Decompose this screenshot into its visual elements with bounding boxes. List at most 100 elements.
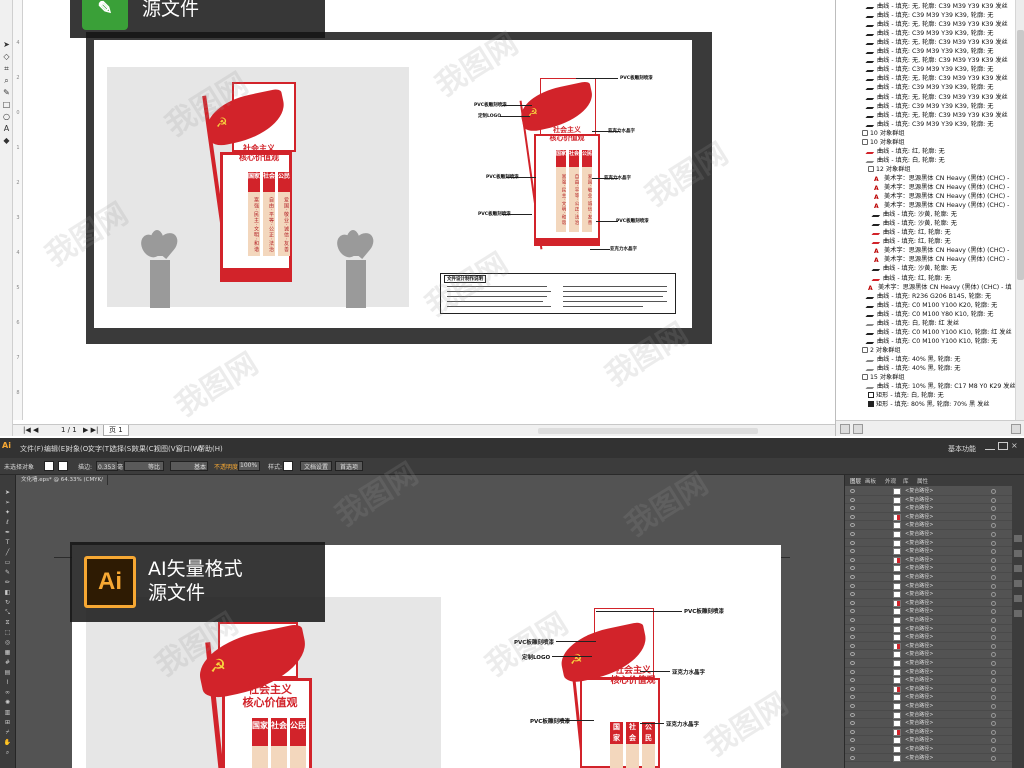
target-icon[interactable] bbox=[991, 514, 996, 520]
visibility-eye-icon[interactable] bbox=[850, 557, 855, 562]
preferences-button[interactable]: 首选项 bbox=[340, 462, 358, 471]
layer-row[interactable]: <复合路径> bbox=[845, 702, 1013, 711]
visibility-eye-icon[interactable] bbox=[850, 721, 855, 726]
text-tool-icon[interactable]: A bbox=[2, 124, 11, 133]
target-icon[interactable] bbox=[991, 678, 996, 684]
object-tree-row[interactable]: 曲线 - 填充: C0 M100 Y80 K10, 轮廓: 无 bbox=[865, 310, 993, 319]
target-icon[interactable] bbox=[991, 669, 996, 675]
visibility-eye-icon[interactable] bbox=[850, 686, 855, 691]
layer-row[interactable]: <复合路径> bbox=[845, 711, 1013, 720]
object-tree-row[interactable]: 曲线 - 填充: 无, 轮廓: C39 M39 Y39 K39 发丝 bbox=[865, 2, 1008, 11]
layer-row[interactable]: <复合路径> bbox=[845, 676, 1013, 685]
layer-row[interactable]: <复合路径> bbox=[845, 728, 1013, 737]
document-tab[interactable]: 文化墙.eps* @ 64.33% (CMYK/预览) bbox=[18, 475, 108, 493]
visibility-eye-icon[interactable] bbox=[850, 712, 855, 717]
page-tab[interactable]: 页 1 bbox=[103, 425, 129, 436]
tab-appearance[interactable]: 外观 bbox=[885, 477, 896, 485]
slice-tool-icon[interactable]: ⌿ bbox=[3, 729, 12, 736]
object-tree-row[interactable]: 曲线 - 填充: 40% 黑, 轮廓: 无 bbox=[865, 364, 960, 373]
object-tree-row[interactable]: 曲线 - 填充: C39 M39 Y39 K39, 轮廓: 无 bbox=[865, 120, 993, 129]
object-tree-row[interactable]: 15 对象群组 bbox=[862, 373, 905, 382]
object-tree-row[interactable]: 曲线 - 填充: C0 M100 Y100 K10, 轮廓: 无 bbox=[865, 337, 997, 346]
menu-file[interactable]: 文件(F) bbox=[20, 444, 44, 454]
layer-row[interactable]: <复合路径> bbox=[845, 685, 1013, 694]
visibility-eye-icon[interactable] bbox=[850, 635, 855, 640]
target-icon[interactable] bbox=[991, 661, 996, 666]
shape-tool-icon[interactable]: ◇ bbox=[2, 52, 11, 61]
zoom-tool-icon[interactable]: ⌕ bbox=[2, 76, 11, 85]
target-icon[interactable] bbox=[991, 686, 996, 692]
object-tree-row[interactable]: 曲线 - 填充: 白, 轮廓: 红 发丝 bbox=[865, 319, 959, 328]
object-tree-row[interactable]: 曲线 - 填充: 沙黄, 轮廓: 无 bbox=[871, 264, 957, 273]
visibility-eye-icon[interactable] bbox=[850, 540, 855, 545]
graphic-style-swatch[interactable] bbox=[283, 461, 293, 471]
mesh-tool-icon[interactable]: # bbox=[3, 659, 12, 666]
object-tree-row[interactable]: 曲线 - 填充: 无, 轮廓: C39 M39 Y39 K39 发丝 bbox=[865, 56, 1008, 65]
pen-tool-icon[interactable]: ✒ bbox=[3, 529, 12, 536]
target-icon[interactable] bbox=[991, 540, 996, 546]
visibility-eye-icon[interactable] bbox=[850, 497, 855, 502]
menu-edit[interactable]: 编辑(E) bbox=[44, 444, 68, 454]
delete-layer-icon[interactable] bbox=[1011, 424, 1021, 434]
object-tree-row[interactable]: 曲线 - 填充: C39 M39 Y39 K39, 轮廓: 无 bbox=[865, 65, 993, 74]
fill-tool-icon[interactable]: ◆ bbox=[2, 136, 11, 145]
visibility-eye-icon[interactable] bbox=[850, 695, 855, 700]
visibility-eye-icon[interactable] bbox=[850, 489, 855, 493]
layer-row[interactable]: <复合路径> bbox=[845, 650, 1013, 659]
layer-row[interactable]: <复合路径> bbox=[845, 736, 1013, 745]
visibility-eye-icon[interactable] bbox=[850, 678, 855, 683]
tab-libraries[interactable]: 库 bbox=[903, 477, 909, 485]
layer-row[interactable]: <复合路径> bbox=[845, 625, 1013, 634]
visibility-eye-icon[interactable] bbox=[850, 514, 855, 519]
color-panel-icon[interactable] bbox=[1014, 535, 1022, 542]
eraser-tool-icon[interactable]: ◧ bbox=[3, 589, 12, 596]
target-icon[interactable] bbox=[991, 721, 996, 727]
target-icon[interactable] bbox=[991, 532, 996, 537]
blend-tool-icon[interactable]: ∞ bbox=[3, 689, 12, 696]
stroke-swatch[interactable] bbox=[58, 461, 68, 471]
target-icon[interactable] bbox=[991, 635, 996, 641]
magic-wand-icon[interactable]: ✦ bbox=[3, 509, 12, 516]
layer-row[interactable]: <复合路径> bbox=[845, 693, 1013, 702]
target-icon[interactable] bbox=[991, 549, 996, 555]
tab-artboards[interactable]: 画板 bbox=[865, 477, 876, 485]
hand-tool-icon[interactable]: ✋ bbox=[3, 739, 12, 746]
visibility-eye-icon[interactable] bbox=[850, 738, 855, 743]
target-icon[interactable] bbox=[991, 600, 996, 606]
target-icon[interactable] bbox=[991, 489, 996, 494]
graph-tool-icon[interactable]: ▥ bbox=[3, 709, 12, 716]
zoom-tool-icon[interactable]: ⌕ bbox=[3, 749, 12, 756]
object-tree-row[interactable]: 曲线 - 填充: C39 M39 Y39 K39, 轮廓: 无 bbox=[865, 11, 993, 20]
eyedropper-icon[interactable]: ⌇ bbox=[3, 679, 12, 686]
object-tree-row[interactable]: 曲线 - 填充: 无, 轮廓: C39 M39 Y39 K39 发丝 bbox=[865, 93, 1008, 102]
object-tree-row[interactable]: A 美术字：思源黑体 CN Heavy (黑体) (CHC) - bbox=[874, 183, 1009, 192]
object-tree-row[interactable]: 曲线 - 填充: 红, 轮廓: 无 bbox=[871, 237, 951, 246]
target-icon[interactable] bbox=[991, 729, 996, 735]
visibility-eye-icon[interactable] bbox=[850, 643, 855, 648]
visibility-eye-icon[interactable] bbox=[850, 592, 855, 597]
layer-row[interactable]: <复合路径> bbox=[845, 539, 1013, 548]
type-tool-icon[interactable]: T bbox=[3, 539, 12, 546]
layer-options-icon[interactable] bbox=[853, 424, 863, 434]
rotate-tool-icon[interactable]: ↻ bbox=[3, 599, 12, 606]
direct-select-tool-icon[interactable]: ➢ bbox=[3, 499, 12, 506]
target-icon[interactable] bbox=[991, 738, 996, 744]
object-tree-row[interactable]: 曲线 - 填充: C39 M39 Y39 K39, 轮廓: 无 bbox=[865, 102, 993, 111]
close-icon[interactable]: × bbox=[1011, 442, 1021, 450]
visibility-eye-icon[interactable] bbox=[850, 661, 855, 665]
line-tool-icon[interactable]: ╱ bbox=[3, 549, 12, 556]
artboard-tool-icon[interactable]: ⊞ bbox=[3, 719, 12, 726]
layer-row[interactable]: <复合路径> bbox=[845, 599, 1013, 608]
object-tree-row[interactable]: A 美术字：思源黑体 CN Heavy (黑体) (CHC) - bbox=[874, 201, 1009, 210]
visibility-eye-icon[interactable] bbox=[850, 523, 855, 528]
target-icon[interactable] bbox=[991, 618, 996, 623]
layer-row[interactable]: <复合路径> bbox=[845, 659, 1013, 668]
menu-type[interactable]: 文字(T) bbox=[88, 444, 112, 454]
object-tree-row[interactable]: 12 对象群组 bbox=[868, 165, 911, 174]
shape-builder-icon[interactable]: ◎ bbox=[3, 639, 12, 646]
target-icon[interactable] bbox=[991, 592, 996, 598]
rectangle-tool-icon[interactable]: □ bbox=[2, 100, 11, 109]
target-icon[interactable] bbox=[991, 566, 996, 572]
crop-tool-icon[interactable]: ⌗ bbox=[2, 64, 11, 73]
layer-row[interactable]: <复合路径> bbox=[845, 616, 1013, 625]
